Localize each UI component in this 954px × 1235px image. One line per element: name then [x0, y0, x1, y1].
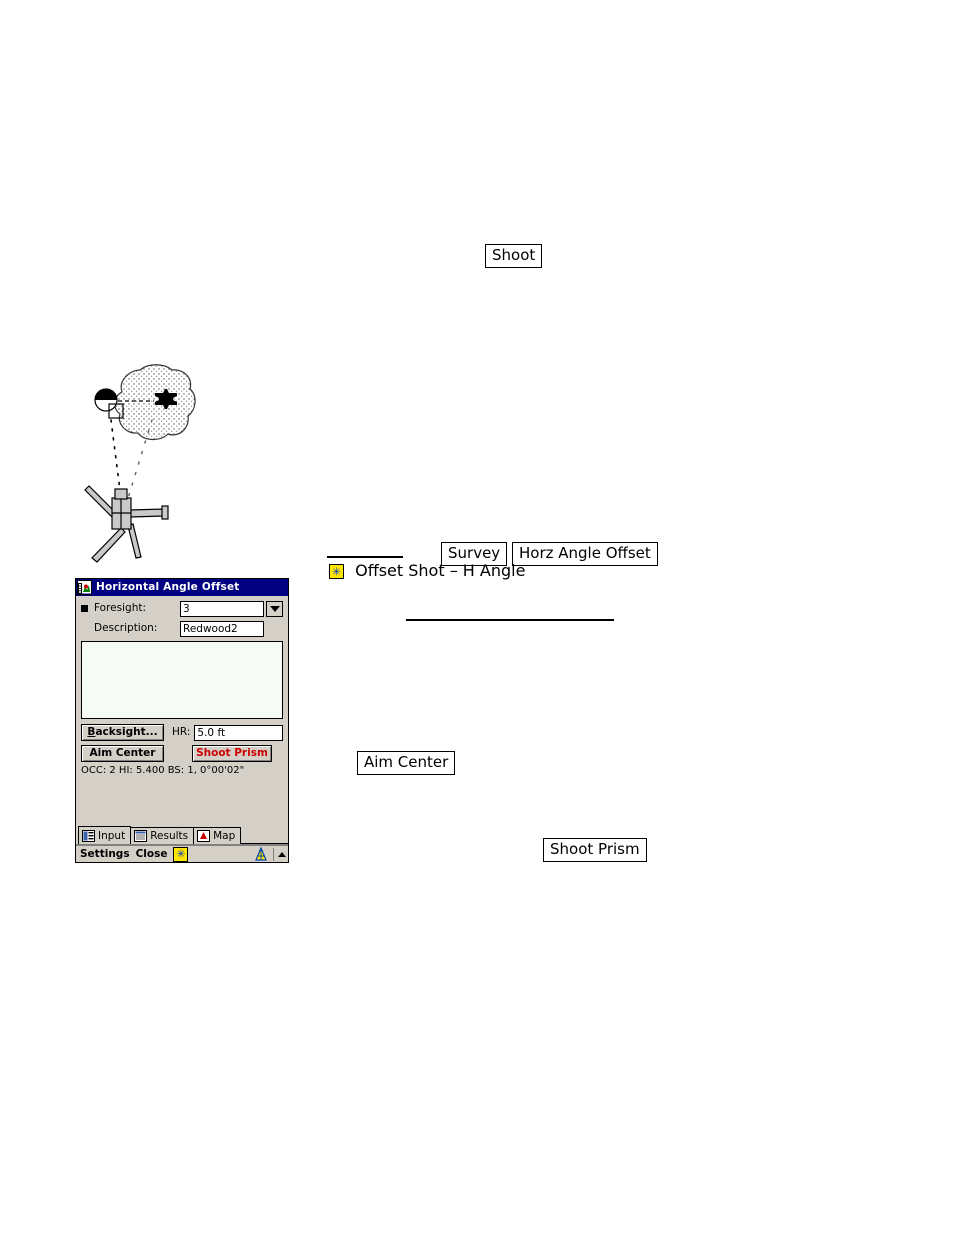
map-icon — [197, 830, 211, 842]
shoot-callout-box[interactable]: Shoot — [485, 244, 543, 268]
horz-angle-offset-menu-box[interactable]: Horz Angle Offset — [512, 542, 658, 566]
hr-input[interactable]: 5.0 ft — [194, 724, 283, 741]
tree-canopy-shape — [114, 364, 196, 441]
foresight-row: Foresight: 3 — [81, 600, 283, 617]
shoot-prism-button[interactable]: Shoot Prism — [192, 745, 272, 762]
settings-menu-button[interactable]: Settings — [80, 849, 130, 860]
description-row: Description: Redwood2 — [81, 620, 283, 637]
shoot-prism-callout-box[interactable]: Shoot Prism — [543, 838, 647, 862]
tab-results-label: Results — [150, 830, 189, 842]
horizontal-angle-offset-dialog: Horizontal Angle Offset Foresight: 3 Des… — [75, 578, 289, 863]
backsight-row: Backsight... HR: 5.0 ft — [81, 724, 283, 741]
total-station-tripod — [84, 485, 169, 563]
offset-shot-menu-label: Offset Shot – H Angle — [355, 561, 526, 580]
dialog-tabbar: Input Results Map — [76, 826, 288, 845]
foresight-radio-icon[interactable] — [81, 605, 88, 612]
hr-label: HR: — [172, 726, 191, 739]
results-list-icon — [134, 830, 148, 842]
dialog-body: Foresight: 3 Description: Redwood2 Backs… — [76, 596, 288, 776]
star-badge-icon[interactable] — [173, 846, 189, 862]
tabbar-filler — [240, 826, 288, 844]
description-label: Description: — [94, 622, 158, 635]
foresight-label: Foresight: — [94, 602, 146, 615]
aim-center-callout-box[interactable]: Aim Center — [357, 751, 456, 775]
prism-target-icon — [94, 388, 118, 412]
tab-input[interactable]: Input — [78, 826, 132, 844]
tab-results[interactable]: Results — [130, 827, 195, 844]
aim-center-callout-label: Aim Center — [364, 753, 449, 771]
backsight-button[interactable]: Backsight... — [81, 724, 164, 741]
foresight-input[interactable]: 3 — [180, 600, 264, 617]
offset-shot-illustration — [78, 358, 213, 563]
tab-map-label: Map — [213, 830, 236, 842]
input-form-icon — [82, 829, 95, 842]
shoot-prism-callout-label: Shoot Prism — [550, 840, 640, 858]
chevron-down-icon — [269, 605, 280, 612]
points-listbox[interactable] — [81, 641, 283, 719]
dialog-command-bar: Settings Close — [76, 845, 288, 862]
app-icon — [77, 580, 92, 595]
survey-menu-label: Survey — [448, 544, 501, 562]
horz-angle-offset-menu-label: Horz Angle Offset — [519, 544, 651, 562]
close-menu-button[interactable]: Close — [136, 849, 168, 860]
tripod-icon[interactable] — [254, 846, 268, 861]
occupation-status-line: OCC: 2 HI: 5.400 BS: 1, 0°00'02" — [81, 765, 245, 776]
description-input[interactable]: Redwood2 — [180, 620, 264, 637]
aim-center-button[interactable]: Aim Center — [81, 745, 164, 762]
menu-path-leading-rule — [327, 556, 403, 558]
star-badge-icon — [329, 564, 344, 579]
command-bar-divider — [273, 847, 274, 861]
document-page: Shoot Survey Horz Angle Offset ✳ Offset … — [0, 0, 954, 1235]
tab-input-label: Input — [98, 829, 126, 842]
tab-map[interactable]: Map — [193, 827, 242, 844]
shoot-callout-label: Shoot — [492, 246, 536, 264]
up-caret-icon[interactable] — [278, 851, 286, 857]
offset-shot-menu-entry[interactable]: Offset Shot – H Angle — [329, 563, 525, 579]
dialog-title: Horizontal Angle Offset — [96, 581, 240, 594]
foresight-dropdown-button[interactable] — [266, 600, 283, 617]
dialog-titlebar: Horizontal Angle Offset — [76, 579, 288, 596]
aim-shoot-row: Aim Center Shoot Prism — [81, 745, 283, 762]
body-rule — [406, 619, 614, 621]
